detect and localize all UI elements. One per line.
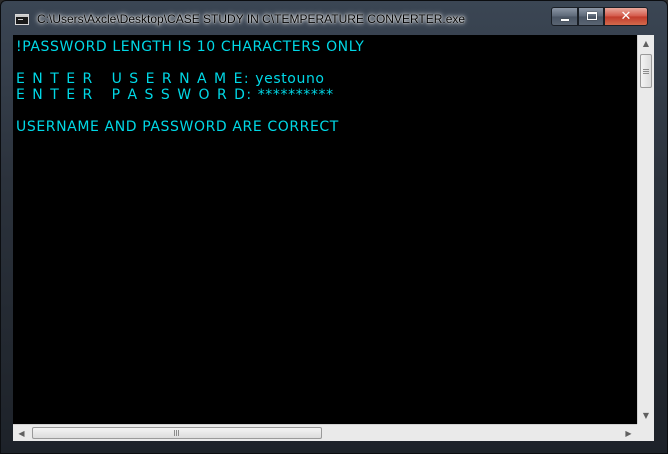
horizontal-scrollbar[interactable]: ◀ ▶ [13,424,637,441]
scroll-left-icon[interactable]: ◀ [13,425,30,442]
caption-buttons: ✕ [551,7,657,27]
title-bar[interactable]: C:\Users\Axcle\Desktop\CASE STUDY IN C\T… [1,1,667,35]
username-prompt: E N T E R U S E R N A M E: [16,71,251,87]
login-result-message: USERNAME AND PASSWORD ARE CORRECT [16,119,339,135]
minimize-icon [561,19,569,21]
console-output[interactable]: !PASSWORD LENGTH IS 10 CHARACTERS ONLY E… [13,35,637,424]
scroll-right-icon[interactable]: ▶ [620,425,637,442]
console-window: C:\Users\Axcle\Desktop\CASE STUDY IN C\T… [0,0,668,454]
close-icon: ✕ [620,9,632,24]
password-prompt: E N T E R P A S S W O R D: [16,87,253,103]
maximize-button[interactable] [578,7,604,26]
username-line: E N T E R U S E R N A M E: yestouno [16,71,325,87]
scroll-down-icon[interactable]: ▼ [638,407,654,424]
scroll-up-icon[interactable]: ▲ [638,35,654,52]
password-line: E N T E R P A S S W O R D: ********** [16,87,334,103]
maximize-icon [587,12,597,20]
vertical-scroll-thumb[interactable] [640,54,652,88]
username-value: yestouno [255,71,325,87]
password-masked-value: ********** [257,87,334,103]
window-title: C:\Users\Axcle\Desktop\CASE STUDY IN C\T… [37,12,466,26]
horizontal-scroll-thumb[interactable] [32,427,322,439]
password-length-notice: !PASSWORD LENGTH IS 10 CHARACTERS ONLY [16,39,365,55]
close-button[interactable]: ✕ [604,7,648,26]
minimize-button[interactable] [551,7,578,26]
vertical-scrollbar[interactable]: ▲ ▼ [637,35,654,424]
console-app-icon[interactable] [15,14,29,25]
size-grip[interactable] [637,424,654,441]
